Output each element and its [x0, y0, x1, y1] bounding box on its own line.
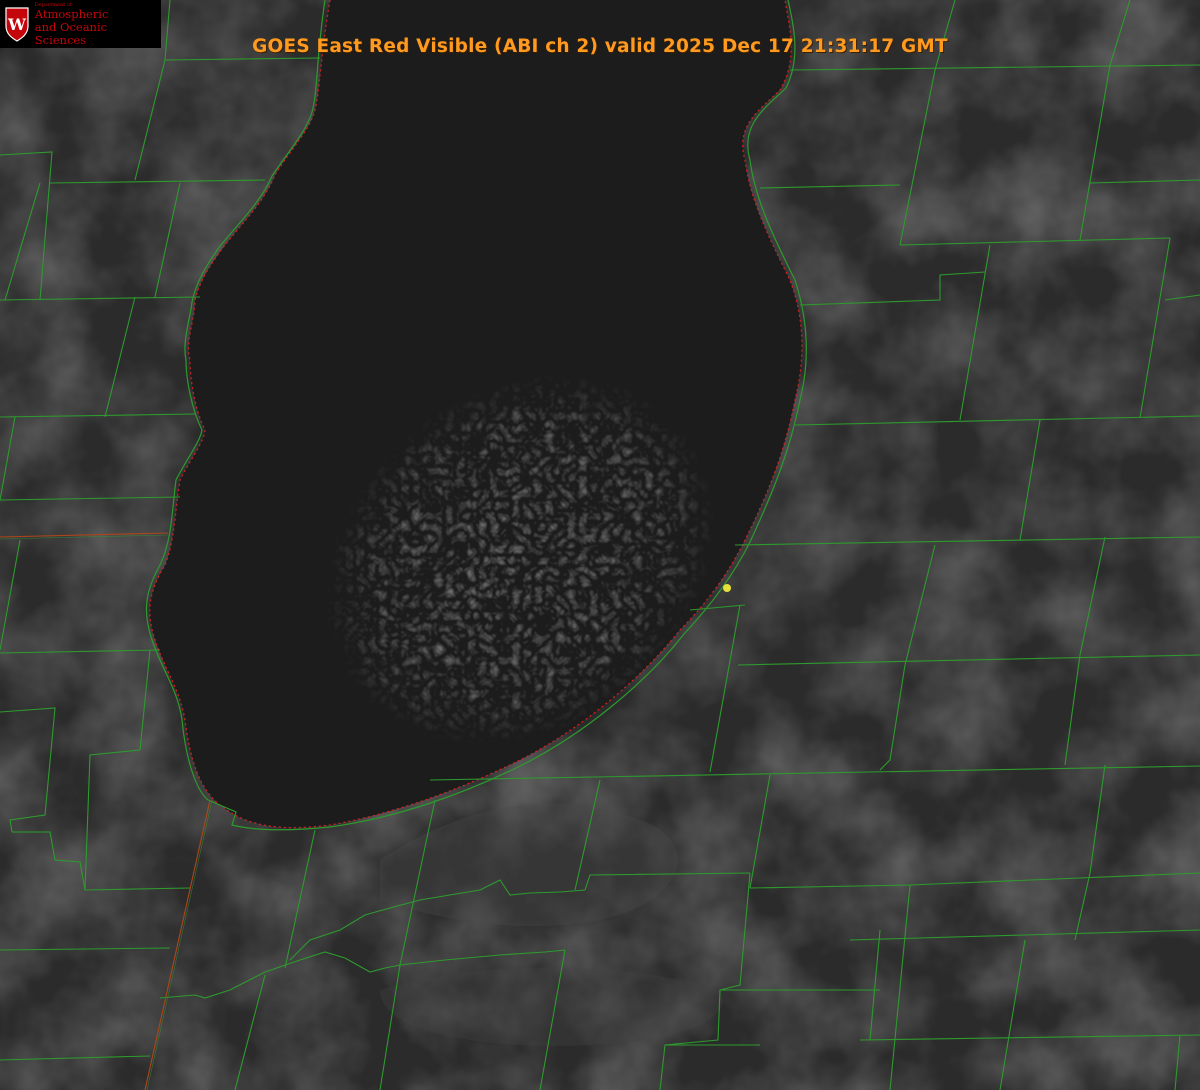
- logo-name-line1: Atmospheric: [34, 6, 109, 21]
- satellite-image-frame: W Department of Atmospheric and Oceanic …: [0, 0, 1200, 1090]
- lake-effect-cloud-field: [300, 360, 760, 760]
- svg-text:W: W: [7, 15, 27, 34]
- satellite-map: [0, 0, 1200, 1090]
- station-marker: [723, 584, 731, 592]
- image-title: GOES East Red Visible (ABI ch 2) valid 2…: [252, 36, 948, 57]
